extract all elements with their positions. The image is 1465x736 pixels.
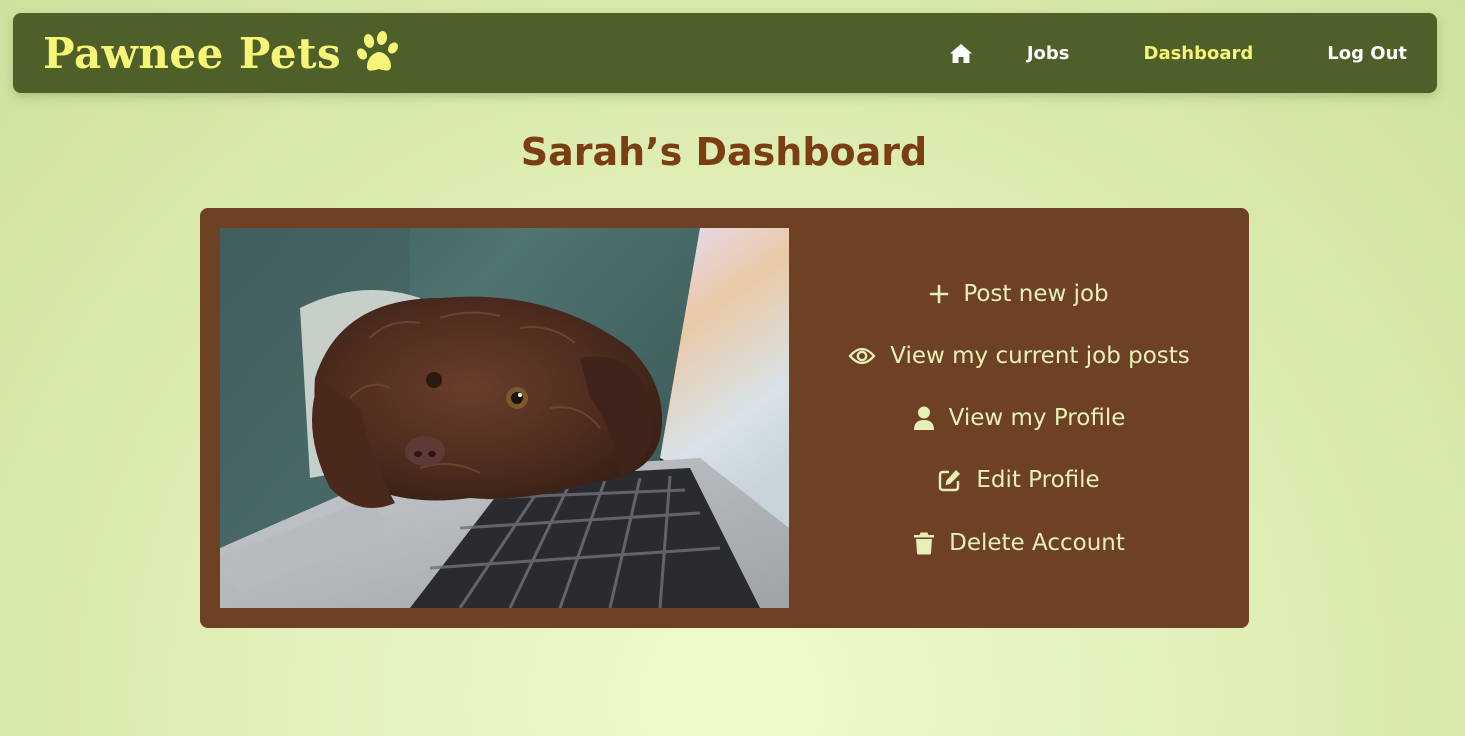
view-job-posts-link[interactable]: View my current job posts (789, 336, 1249, 376)
home-icon (949, 43, 972, 63)
dashboard-card: Post new job View my current job posts V… (200, 208, 1249, 628)
nav-links: Jobs Dashboard Log Out (949, 13, 1407, 93)
trash-icon (914, 532, 935, 555)
delete-account-label: Delete Account (949, 530, 1125, 556)
view-profile-label: View my Profile (948, 405, 1126, 431)
view-job-posts-label: View my current job posts (890, 343, 1190, 369)
brand-name: Pawnee Pets (43, 28, 342, 78)
page-title: Sarah’s Dashboard (520, 130, 928, 174)
dashboard-link[interactable]: Dashboard (1144, 43, 1254, 64)
post-new-job-label: Post new job (963, 281, 1109, 307)
jobs-link[interactable]: Jobs (1027, 43, 1070, 64)
user-icon (913, 406, 934, 430)
eye-icon (848, 347, 876, 365)
delete-account-link[interactable]: Delete Account (789, 523, 1249, 563)
edit-profile-label: Edit Profile (976, 467, 1100, 493)
dog-on-laptop-photo (220, 228, 789, 608)
edit-profile-link[interactable]: Edit Profile (789, 460, 1249, 500)
brand[interactable]: Pawnee Pets (43, 25, 403, 81)
dashboard-actions: Post new job View my current job posts V… (789, 208, 1249, 628)
edit-icon (939, 470, 961, 492)
home-link[interactable] (949, 41, 975, 65)
post-new-job-link[interactable]: Post new job (789, 274, 1249, 314)
logout-link[interactable]: Log Out (1327, 43, 1407, 64)
paw-icon (357, 31, 399, 71)
plus-icon (930, 284, 949, 304)
navbar: Pawnee Pets Jobs Dashboard Log Out (13, 13, 1437, 93)
view-profile-link[interactable]: View my Profile (789, 398, 1249, 438)
